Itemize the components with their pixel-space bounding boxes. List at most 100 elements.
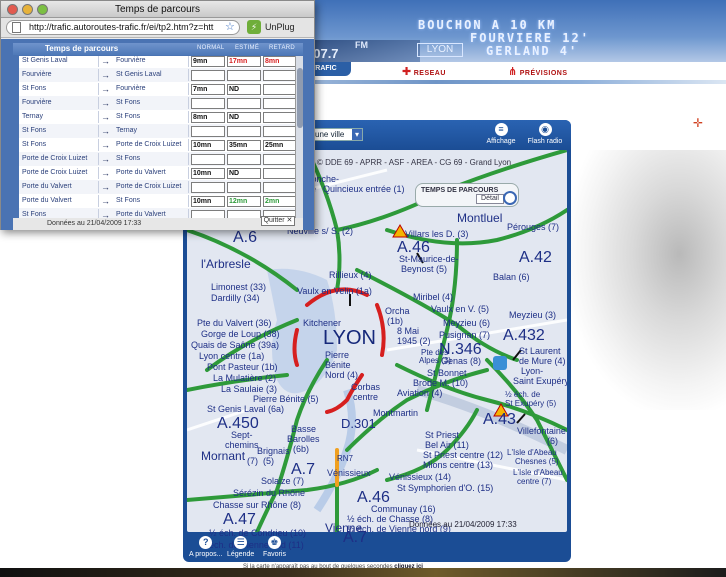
route-destination: Ternay: [113, 125, 189, 137]
favorites-icon: ♚: [267, 536, 281, 549]
table-row: St Fons → Ternay: [19, 124, 295, 138]
route-destination: Porte de Croix Luizet: [113, 181, 189, 193]
previsions-icon: ⋔: [508, 66, 518, 78]
map-label-balan: Balan (6): [493, 272, 530, 282]
map-label-chasse: Chasse sur Rhône (8): [213, 500, 302, 510]
estimated-time-field: 12mn: [227, 196, 261, 207]
detail-button[interactable]: Détail: [476, 194, 504, 204]
normal-time-field: 10mn: [191, 168, 225, 179]
unplug-icon[interactable]: ⚡: [247, 20, 261, 34]
map-label-villars: Villars les D. (3): [405, 229, 469, 239]
map-label-serezin: Sérézin du Rhône: [233, 488, 306, 498]
map-label-stmaurice: St-Maurice-de-: [399, 254, 459, 264]
map-label-brignais2: (5): [263, 456, 274, 466]
estimated-time-field: ND: [227, 112, 261, 123]
arrow-right-icon: →: [101, 168, 110, 178]
vms-line-1: BOUCHON A 10 KM: [418, 18, 557, 32]
quit-button[interactable]: Quitter ✕: [261, 216, 295, 226]
flash-radio-button[interactable]: ◉ Flash radio: [523, 123, 567, 145]
table-row: St Genis Laval → Fourvière 9mn 17mn 8mn: [19, 56, 295, 68]
map-label-stbonnet2: de M. (10): [427, 378, 469, 388]
map-label-meyzieu6: Meyzieu (6): [443, 318, 491, 328]
url-field[interactable]: http://trafic.autoroutes-trafic.fr/ei/tp…: [6, 20, 240, 35]
delay-field: [263, 70, 295, 81]
map-label-montmartin: Montmartin: [373, 408, 419, 418]
apropos-button[interactable]: ? A propos...: [189, 536, 222, 558]
map-label-corbas: Corbas: [351, 382, 381, 392]
popup-window: Temps de parcours http://trafic.autorout…: [0, 0, 315, 230]
favoris-button[interactable]: ♚ Favoris: [263, 536, 286, 558]
map-label-limonest: Limonest (33): [211, 282, 267, 292]
legende-button[interactable]: ☰ Légende: [227, 536, 254, 558]
delay-field: [263, 98, 295, 109]
delay-field: [263, 154, 295, 165]
normal-time-field: [191, 182, 225, 193]
table-row: St Fons → Fourvière 7mn ND: [19, 82, 295, 96]
arrow-right-icon: →: [101, 56, 110, 66]
affichage-button[interactable]: ≡ Affichage: [479, 123, 523, 145]
map-label-stsymph: St Symphorien d'O. (15): [397, 483, 494, 493]
map-label-venissieux: Vénissieux: [327, 468, 371, 478]
map-label-quincieux: Quincieux entrée (1): [323, 184, 405, 194]
temps-parcours-box[interactable]: TEMPS DE PARCOURS Détail: [415, 183, 519, 207]
unplug-button[interactable]: UnPlug: [265, 22, 295, 32]
normal-time-field: 10mn: [191, 140, 225, 151]
vms-line-2: FOURVIERE 12': [470, 31, 590, 45]
estimated-time-field: [227, 182, 261, 193]
map-label-lyon: LYON: [323, 327, 376, 349]
travel-time-panel: Temps de parcours NORMAL ESTIMÉ RETARD S…: [1, 39, 314, 230]
map-label-a42: A.42: [519, 249, 552, 266]
map-label-beynost: Beynost (5): [401, 264, 448, 274]
nav-reseau[interactable]: ✚ RESEAU: [402, 65, 446, 78]
table-row: Porte du Valvert → Porte de Croix Luizet: [19, 180, 295, 194]
map-label-lyoncentre: Lyon centre (1a): [199, 351, 265, 361]
map-label-stlaurent2: de Mure (4): [519, 356, 566, 366]
map-label-montluel: Montluel: [457, 211, 503, 225]
table-title: Temps de parcours: [45, 44, 119, 53]
map-label-arbresle: l'Arbresle: [201, 257, 251, 271]
route-destination: St Fons: [113, 111, 189, 123]
estimated-time-field: ND: [227, 168, 261, 179]
nav-previsions[interactable]: ⋔ PRÉVISIONS: [508, 65, 568, 78]
route-origin: Porte de Croix Luizet: [19, 153, 99, 165]
arrow-right-icon: →: [101, 182, 110, 192]
delay-field: [263, 168, 295, 179]
delay-field: [263, 126, 295, 137]
map-label-stpriest2: Bel Air (11): [425, 440, 469, 450]
route-destination: Fourvière: [113, 83, 189, 95]
window-titlebar[interactable]: Temps de parcours: [1, 1, 314, 18]
map-label-8mai: 8 Mai: [397, 326, 420, 336]
map-label-stgenis: St Genis Laval (6a): [207, 404, 285, 414]
delay-field: [263, 112, 295, 123]
map-label-saulaie: La Saulaie (3): [221, 384, 278, 394]
decor-cross-icon: ✛: [693, 116, 704, 130]
route-destination: Porte du Valvert: [113, 167, 189, 179]
bookmark-star-icon[interactable]: ☆: [225, 20, 235, 33]
delay-field: 25mn: [263, 140, 295, 151]
table-scrollbar[interactable]: [295, 56, 303, 218]
estimated-time-field: 17mn: [227, 56, 261, 67]
city-select[interactable]: une ville ▾: [311, 128, 363, 141]
map-label-villefontaine: Villefontaine: [517, 426, 566, 436]
arrow-right-icon: →: [101, 140, 110, 150]
normal-time-field: 7mn: [191, 84, 225, 95]
route-origin: Porte du Valvert: [19, 195, 99, 207]
arrow-right-icon: →: [101, 196, 110, 206]
table-row: St Fons → Porte du Valvert: [19, 208, 295, 218]
map-label-corbas2: centre: [353, 392, 379, 402]
normal-time-field: 10mn: [191, 196, 225, 207]
map-label-8mai2: 1945 (2): [397, 336, 431, 346]
col-estime: ESTIMÉ: [235, 45, 260, 51]
map-label-pierre3: Nord (4): [325, 370, 359, 380]
decor-bottom-strip: [0, 568, 726, 577]
normal-time-field: [191, 70, 225, 81]
map-credits: © DDE 69 - APRR - ASF - AREA - CG 69 - G…: [317, 158, 512, 167]
estimated-time-field: [227, 98, 261, 109]
help-icon: ?: [199, 536, 213, 549]
delay-field: 2mn: [263, 196, 295, 207]
route-origin: Ternay: [19, 111, 99, 123]
arrow-right-icon: →: [101, 126, 110, 136]
arrow-right-icon: →: [101, 84, 110, 94]
scroll-thumb[interactable]: [297, 68, 303, 128]
route-destination: St Genis Laval: [113, 69, 189, 81]
